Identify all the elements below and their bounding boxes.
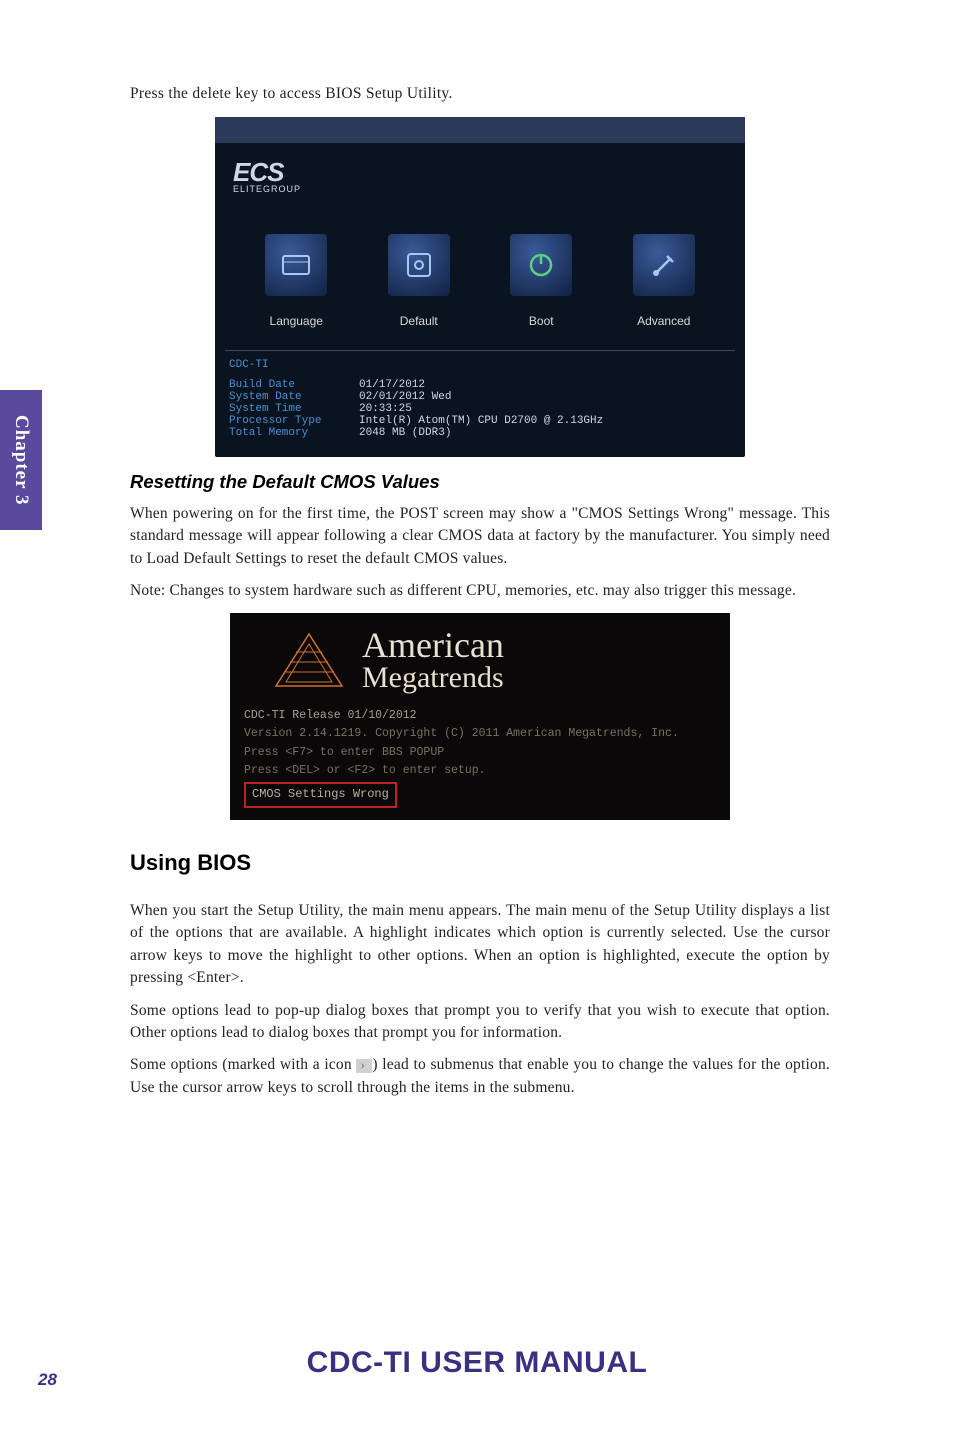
para-reset-2: Note: Changes to system hardware such as… — [130, 580, 830, 602]
bios-menu-label: Boot — [486, 314, 596, 328]
bios-menu-advanced: Advanced — [609, 234, 719, 328]
boot-icon — [510, 234, 572, 296]
default-icon — [388, 234, 450, 296]
bios-menu-label: Advanced — [609, 314, 719, 328]
bios-model: CDC-TI — [215, 355, 745, 371]
ami-name-1: American — [362, 627, 504, 663]
submenu-icon — [356, 1059, 372, 1073]
para-using-2: Some options lead to pop-up dialog boxes… — [130, 1000, 830, 1045]
ami-name-2: Megatrends — [362, 663, 504, 693]
bios-menu-boot: Boot — [486, 234, 596, 328]
bios-menu-label: Language — [241, 314, 351, 328]
para-using-3: Some options (marked with a icon ) lead … — [130, 1054, 830, 1099]
intro-line: Press the delete key to access BIOS Setu… — [130, 85, 830, 103]
ami-post-screenshot: American Megatrends CDC-TI Release 01/10… — [230, 613, 730, 820]
footer-manual-title: CDC-TI USER MANUAL — [0, 1346, 954, 1380]
advanced-icon — [633, 234, 695, 296]
language-icon — [265, 234, 327, 296]
ami-line-f7: Press <F7> to enter BBS POPUP — [244, 744, 716, 762]
bios-menu-default: Default — [364, 234, 474, 328]
heading-using-bios: Using BIOS — [130, 850, 830, 876]
para-using-1: When you start the Setup Utility, the ma… — [130, 900, 830, 990]
bios-screenshot: ECS ELITEGROUP Language Default — [215, 117, 745, 457]
chapter-tab: Chapter 3 — [0, 390, 42, 530]
ami-line-version: Version 2.14.1219. Copyright (C) 2011 Am… — [244, 725, 716, 743]
subheading-reset-cmos: Resetting the Default CMOS Values — [130, 471, 830, 493]
ami-line-del: Press <DEL> or <F2> to enter setup. — [244, 762, 716, 780]
bios-logo-sub: ELITEGROUP — [233, 184, 727, 194]
bios-info-block: Build Date01/17/2012 System Date02/01/20… — [215, 371, 745, 447]
ami-cmos-wrong-box: CMOS Settings Wrong — [244, 782, 397, 807]
page-content: Press the delete key to access BIOS Setu… — [130, 85, 830, 1109]
page-number: 28 — [38, 1370, 57, 1390]
para-reset-1: When powering on for the first time, the… — [130, 503, 830, 570]
ami-logo-icon — [274, 632, 344, 688]
bios-menu-label: Default — [364, 314, 474, 328]
ami-line-release: CDC-TI Release 01/10/2012 — [244, 707, 716, 725]
bios-menu-language: Language — [241, 234, 351, 328]
